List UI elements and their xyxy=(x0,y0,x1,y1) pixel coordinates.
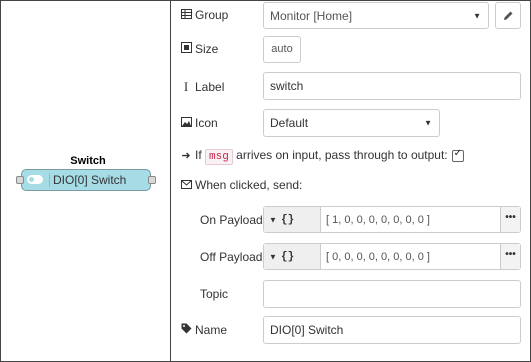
label-value: switch xyxy=(270,79,304,93)
off-payload-value: [ 0, 0, 0, 0, 0, 0, 0, 0 ] xyxy=(326,250,430,263)
panel-divider xyxy=(170,0,171,362)
topic-input[interactable] xyxy=(263,280,521,308)
when-clicked-label: When clicked, send: xyxy=(195,178,303,192)
chevron-down-icon: ▼ xyxy=(424,118,432,128)
text-cursor-icon: I xyxy=(183,79,189,94)
node-title: Switch xyxy=(70,155,106,167)
on-payload-type-select[interactable]: ▼ {} xyxy=(264,207,321,232)
image-icon xyxy=(180,117,192,130)
name-label-row: Name xyxy=(180,323,227,337)
caret-down-icon: ▼ xyxy=(269,215,277,224)
passthrough-suffix: arrives on input, pass through to output… xyxy=(236,148,448,162)
on-payload-expand-button[interactable]: ••• xyxy=(500,207,520,232)
off-payload-input[interactable]: ▼ {} [ 0, 0, 0, 0, 0, 0, 0, 0 ] ••• xyxy=(263,243,521,270)
table-icon xyxy=(180,9,192,22)
caret-down-icon: ▼ xyxy=(269,252,277,261)
group-label: Group xyxy=(195,8,229,22)
name-value: DIO[0] Switch xyxy=(270,323,344,337)
icon-label: Icon xyxy=(195,116,218,130)
toggle-icon xyxy=(25,173,50,187)
chevron-down-icon: ▼ xyxy=(473,11,481,20)
msg-code: msg xyxy=(205,149,233,165)
name-label: Name xyxy=(195,323,228,337)
name-input[interactable]: DIO[0] Switch xyxy=(263,316,521,344)
edit-group-button[interactable] xyxy=(495,2,521,29)
passthrough-checkbox[interactable] xyxy=(451,148,464,162)
off-payload-label: Off Payload xyxy=(200,250,263,264)
output-port[interactable] xyxy=(148,176,156,184)
tag-icon xyxy=(180,323,192,337)
topic-label: Topic xyxy=(200,287,229,301)
node-label: DIO[0] Switch xyxy=(53,173,127,187)
json-type-icon: {} xyxy=(281,213,295,226)
off-payload-expand-button[interactable]: ••• xyxy=(500,244,520,269)
size-label-row: Size xyxy=(180,42,218,56)
on-payload-label: On Payload xyxy=(200,213,263,227)
pencil-icon xyxy=(503,11,512,20)
input-port[interactable] xyxy=(16,176,24,184)
off-payload-type-select[interactable]: ▼ {} xyxy=(264,244,321,269)
label-input[interactable]: switch xyxy=(263,72,521,100)
resize-icon xyxy=(180,42,192,56)
size-button[interactable]: auto xyxy=(263,36,301,63)
size-value: auto xyxy=(271,43,293,55)
icon-label-row: Icon xyxy=(180,116,218,130)
when-clicked-row: When clicked, send: xyxy=(180,178,302,192)
label-label-row: I Label xyxy=(180,79,225,95)
passthrough-prefix: If xyxy=(195,148,202,162)
group-select[interactable]: Monitor [Home] ▼ xyxy=(263,2,489,29)
arrow-right-icon: ➜ xyxy=(181,150,191,162)
icon-value: Default xyxy=(270,116,309,130)
passthrough-row: ➜ If msg arrives on input, pass through t… xyxy=(180,148,464,165)
icon-select[interactable]: Default ▼ xyxy=(263,109,440,137)
envelope-icon xyxy=(180,180,192,192)
json-type-icon: {} xyxy=(281,250,295,263)
group-label-row: Group xyxy=(180,8,228,22)
label-label: Label xyxy=(195,80,225,94)
on-payload-input[interactable]: ▼ {} [ 1, 0, 0, 0, 0, 0, 0, 0 ] ••• xyxy=(263,206,521,233)
switch-node[interactable]: DIO[0] Switch xyxy=(16,169,156,191)
group-value: Monitor [Home] xyxy=(270,8,353,23)
on-payload-value: [ 1, 0, 0, 0, 0, 0, 0, 0 ] xyxy=(326,213,430,226)
size-label: Size xyxy=(195,42,219,56)
